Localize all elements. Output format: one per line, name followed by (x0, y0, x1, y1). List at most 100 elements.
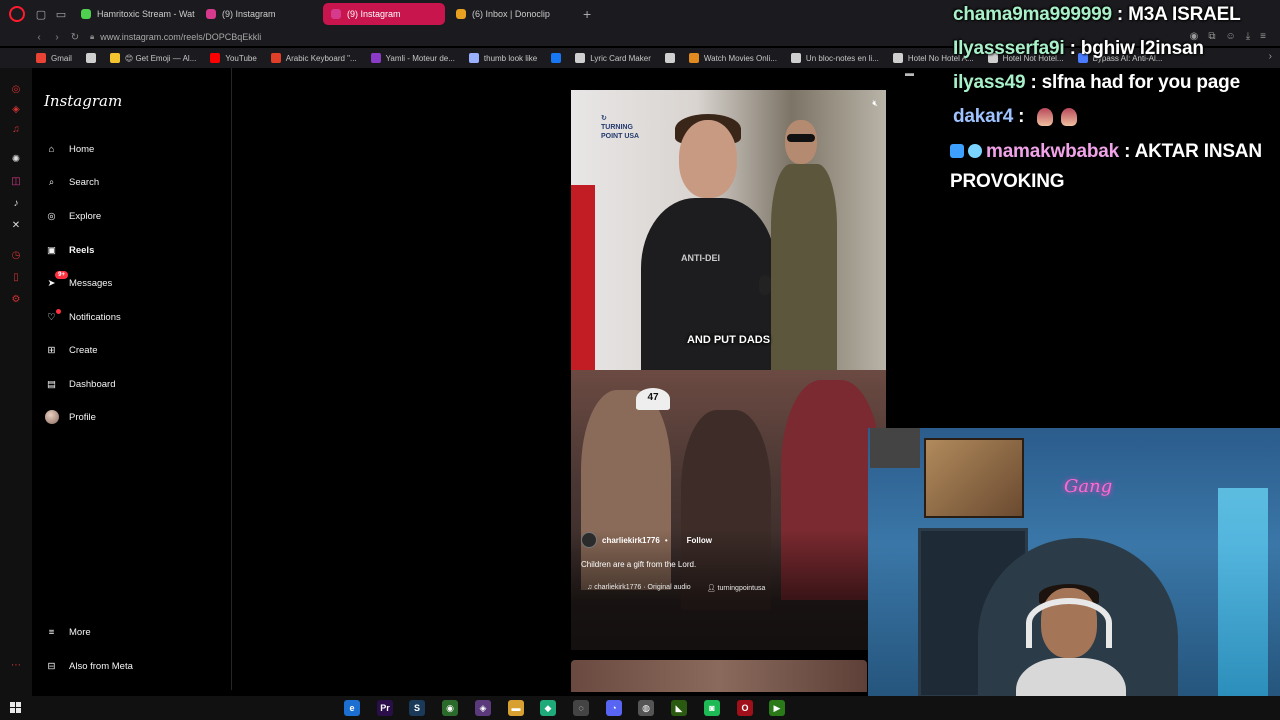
nav-item-profile[interactable]: Profile (44, 407, 96, 427)
audio-link[interactable]: ♫ charliekirk1776 · Original audio (587, 584, 691, 592)
folder-icon[interactable]: ▬ (508, 700, 524, 716)
windows-start-icon[interactable] (10, 702, 21, 713)
forward-icon[interactable]: › (48, 32, 66, 43)
next-reel-preview[interactable] (571, 660, 867, 692)
close-icon[interactable]: ▬ (905, 68, 917, 78)
nav-item-more[interactable]: ≡ More (44, 622, 91, 642)
nav-item-explore[interactable]: ◎ Explore (44, 206, 101, 226)
nvidia-icon[interactable]: ◣ (671, 700, 687, 716)
bookmark-item[interactable]: Watch Movies Onli... (688, 53, 777, 63)
nav-item-messages[interactable]: ➤ 9+ Messages (44, 270, 112, 293)
author-username[interactable]: charliekirk1776 (602, 536, 660, 545)
bookmark-item[interactable]: Yamli - Moteur de... (370, 53, 455, 63)
app3-icon[interactable]: ◌ (573, 700, 589, 716)
tab-title: Hamritoxic Stream - Watc (97, 9, 195, 19)
sidebar-music-icon[interactable]: ♫ (9, 122, 23, 136)
chrome-icon[interactable]: ◉ (442, 700, 458, 716)
sidebar-more-icon[interactable]: ⋯ (9, 658, 23, 672)
bookmark-favicon-icon (790, 53, 801, 63)
tab-title: (9) Instagram (222, 9, 276, 19)
nav-item-dashboard[interactable]: ▤ Dashboard (44, 374, 115, 394)
sidebar-instagram-icon[interactable]: ◫ (9, 174, 23, 188)
app-icon[interactable]: ◈ (475, 700, 491, 716)
chat-text: bghiw l2insan (1080, 38, 1204, 59)
sidebar-chatgpt-icon[interactable]: ✺ (9, 152, 23, 166)
bookmark-favicon-icon (85, 53, 96, 63)
sidebar-bookmark-icon[interactable]: ▯ (9, 270, 23, 284)
nav-item-reels[interactable]: ▣ Reels (44, 240, 94, 260)
discord-icon[interactable]: ◔ (606, 700, 622, 716)
lock-icon: 🔒︎ (90, 32, 95, 41)
nav-item-notifications[interactable]: ♡ Notifications (44, 307, 121, 327)
browser-tab[interactable]: (9) Instagram (323, 3, 445, 25)
sidebar-x-icon[interactable]: ✕ (9, 218, 23, 232)
home-icon: ⌂ (48, 143, 55, 155)
nav-item-label: Dashboard (69, 378, 116, 390)
opera-sidebar: ◎ ◈ ♫ ✺ ◫ ♪ ✕ ◷ ▯ ⚙ ⋯ (0, 68, 32, 696)
bookmark-item[interactable]: thumb look like (468, 53, 537, 63)
opera-logo-icon[interactable] (9, 6, 25, 22)
kick-icon[interactable]: ▶ (769, 700, 785, 716)
chat-username: mamakwbabak (986, 141, 1119, 162)
separator-dot: • (664, 535, 668, 545)
instagram-logo[interactable]: Instagram (44, 92, 122, 110)
app4-icon[interactable]: ◍ (638, 700, 654, 716)
reels-icon: ▣ (47, 244, 56, 256)
bookmark-label: Gmail (51, 53, 72, 63)
url-field[interactable]: www.instagram.com/reels/DOPCBqEkkli (100, 32, 261, 42)
follow-button[interactable]: Follow (687, 536, 712, 545)
bookmark-item[interactable]: YouTube (210, 53, 257, 63)
workspace-icon[interactable]: ▭ (53, 6, 69, 22)
chat-message: dakar4 : (953, 106, 1078, 128)
browser-tab[interactable]: Hamritoxic Stream - Watc (73, 3, 195, 25)
bookmark-favicon-icon (370, 53, 381, 63)
app2-icon[interactable]: ◆ (540, 700, 556, 716)
headset (1026, 598, 1112, 648)
chat-message: Ilyassserfa9i : bghiw l2insan (953, 38, 1204, 59)
neon-sign: Gang (1064, 476, 1113, 497)
nav-item-label: Home (69, 143, 95, 155)
sidebar-messenger-icon[interactable]: ◈ (9, 102, 23, 116)
reload-icon[interactable]: ↻ (66, 32, 84, 43)
hamburger-icon: ≡ (48, 626, 55, 638)
new-tab-button[interactable]: + (583, 6, 591, 22)
bookmark-favicon-icon (36, 53, 46, 63)
bookmark-item[interactable]: 😊 Get Emoji — Al... (109, 53, 196, 63)
bookmark-item[interactable]: Gmail (36, 53, 72, 63)
tab-switcher-icon[interactable]: ▢ (33, 6, 49, 22)
nav-item-create[interactable]: ⊞ Create (44, 340, 98, 360)
browser-tab[interactable]: (6) Inbox | Donoclip (448, 3, 570, 25)
browser-tab[interactable]: (9) Instagram (198, 3, 320, 25)
nav-item-search[interactable]: ⌕ Search (44, 172, 99, 192)
nav-item-also-from-meta[interactable]: ⊟ Also from Meta (44, 656, 133, 676)
tagged-user[interactable]: 👤︎ turningpointusa (707, 584, 766, 592)
instagram-nav: Instagram ⌂ Home ⌕ Search ◎ Explore ▣ Reels ➤ 9+ M… (32, 68, 232, 690)
wall-painting (924, 438, 1024, 518)
heart-icon: ♡ (44, 308, 61, 325)
sidebar-tiktok-icon[interactable]: ♪ (9, 196, 23, 210)
shirt-text: ANTI-DEI (681, 253, 720, 263)
chat-username: dakar4 (953, 106, 1014, 127)
bookmark-label: Lyric Card Maker (590, 53, 651, 63)
bookmark-item[interactable] (551, 53, 562, 63)
reel-frame-top: ↻ TURNING POINT USA ANTI-DEI AND PUT DADS … (571, 90, 886, 373)
edge-icon[interactable]: e (344, 700, 360, 716)
tab-title: (9) Instagram (347, 9, 401, 19)
nav-item-home[interactable]: ⌂ Home (44, 139, 95, 159)
bookmark-item[interactable]: Arabic Keyboard "... (270, 53, 357, 63)
opera-icon[interactable]: O (737, 700, 753, 716)
back-icon[interactable]: ‹ (30, 32, 48, 43)
bookmark-item[interactable]: Un bloc-notes en li... (790, 53, 879, 63)
nav-item-label: Profile (69, 411, 96, 423)
bookmark-item[interactable]: Lyric Card Maker (575, 53, 651, 63)
bookmark-item[interactable] (85, 53, 96, 63)
sidebar-history-icon[interactable]: ◷ (9, 248, 23, 262)
mute-icon[interactable]: 🔇︎ (872, 98, 878, 109)
sidebar-aria-icon[interactable]: ◎ (9, 82, 23, 96)
sidebar-settings-icon[interactable]: ⚙ (9, 292, 23, 306)
author-avatar[interactable] (581, 532, 597, 548)
premiere-icon[interactable]: Pr (377, 700, 393, 716)
bookmark-item[interactable] (664, 53, 675, 63)
steam-icon[interactable]: S (409, 700, 425, 716)
spotify-icon[interactable]: ◙ (704, 700, 720, 716)
